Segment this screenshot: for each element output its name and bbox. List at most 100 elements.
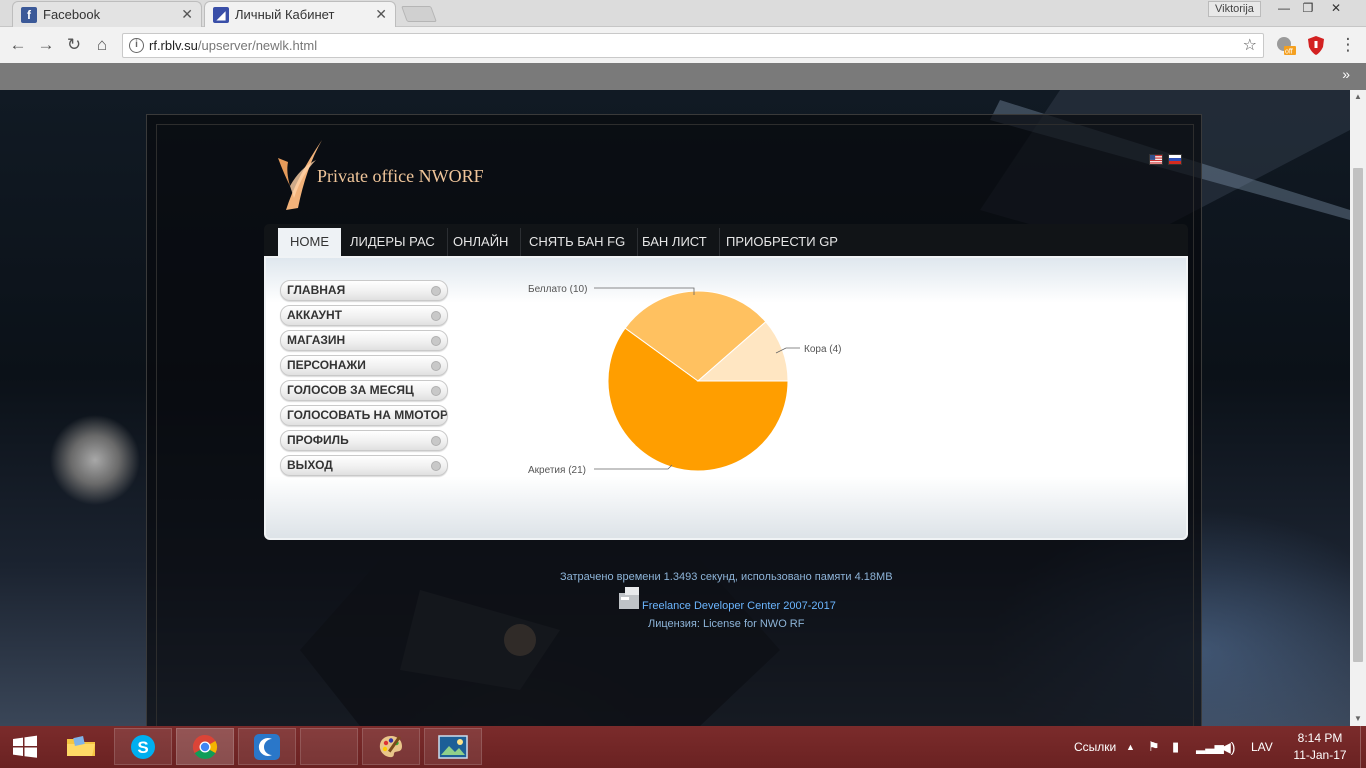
bookmarks-bar: » (0, 63, 1366, 90)
menu-label: ГЛАВНАЯ (287, 283, 346, 297)
menu-vote-mmotop[interactable]: ГОЛОСОВАТЬ НА MMOTOP (280, 405, 448, 426)
tab-title: Личный Кабинет (235, 7, 335, 22)
license-label: Лицензия: (648, 618, 700, 630)
chrome-icon (192, 734, 218, 759)
battery-icon[interactable]: ▮ (1172, 726, 1179, 768)
bullet-icon (431, 286, 441, 296)
volume-icon[interactable]: ◀) (1220, 726, 1235, 768)
windows-taskbar: S Ссылки ▲ ⚑ ▮ ▂▃▅ ◀) LAV 8:14 PM 11-Jan… (0, 726, 1366, 768)
app-crescent-taskbar-button[interactable] (238, 728, 296, 765)
menu-label: ГОЛОСОВАТЬ НА MMOTOP (287, 408, 448, 422)
developer-logo-icon (619, 587, 639, 609)
close-icon[interactable]: ✕ (375, 6, 387, 23)
empty-taskbar-button[interactable] (300, 728, 358, 765)
profile-button[interactable]: Viktorija (1208, 1, 1261, 17)
photo-viewer-icon (438, 734, 468, 759)
tray-links-label[interactable]: Ссылки (1074, 726, 1116, 768)
bullet-icon (431, 311, 441, 321)
menu-label: ВЫХОД (287, 458, 333, 472)
pie-label: Акретия (21) (528, 465, 586, 476)
skype-taskbar-button[interactable]: S (114, 728, 172, 765)
flag-ru-icon[interactable] (1168, 154, 1182, 165)
tab-facebook[interactable]: f Facebook ✕ (12, 1, 202, 27)
clock-time: 8:14 PM (1297, 731, 1343, 745)
bullet-icon (431, 336, 441, 346)
site-viewport: Private office NWORF HOME ЛИДЕРЫ РАС ОНЛ… (0, 90, 1350, 726)
address-bar[interactable]: i rf.rblv.su/upserver/newlk.html ☆ (122, 33, 1264, 58)
site-favicon-icon: ◢ (213, 6, 229, 23)
nav-online[interactable]: ОНЛАЙН (441, 228, 522, 256)
menu-icon[interactable]: ⋮ (1338, 35, 1358, 55)
input-language[interactable]: LAV (1251, 726, 1273, 768)
pie-label: Кора (4) (804, 344, 842, 355)
menu-shop[interactable]: МАГАЗИН (280, 330, 448, 351)
window-close-icon[interactable]: ✕ (1324, 1, 1348, 17)
nav-ban-list[interactable]: БАН ЛИСТ (630, 228, 720, 256)
menu-account[interactable]: АККАУНТ (280, 305, 448, 326)
chrome-taskbar-button[interactable] (176, 728, 234, 765)
action-center-flag-icon[interactable]: ⚑ (1148, 726, 1160, 768)
scroll-down-icon[interactable]: ▼ (1354, 714, 1362, 723)
adblock-shield-icon[interactable] (1305, 34, 1327, 56)
menu-characters[interactable]: ПЕРСОНАЖИ (280, 355, 448, 376)
close-icon[interactable]: ✕ (181, 6, 193, 23)
menu-logout[interactable]: ВЫХОД (280, 455, 448, 476)
windows-start-icon[interactable] (0, 728, 50, 765)
tab-strip: f Facebook ✕ ◢ Личный Кабинет ✕ Viktorij… (0, 0, 1366, 27)
forward-icon[interactable]: → (36, 35, 56, 55)
back-icon[interactable]: ← (8, 35, 28, 55)
url-host: rf.rblv.su (149, 38, 198, 53)
scrollbar-thumb[interactable] (1353, 168, 1363, 662)
new-tab-button[interactable] (401, 6, 437, 22)
menu-profile[interactable]: ПРОФИЛЬ (280, 430, 448, 451)
file-explorer-icon[interactable] (52, 728, 110, 765)
show-desktop-button[interactable] (1360, 726, 1366, 768)
menu-label: ГОЛОСОВ ЗА МЕСЯЦ (287, 383, 414, 397)
license-line: Лицензия: License for NWO RF (648, 618, 804, 630)
crescent-app-icon (254, 733, 280, 760)
menu-label: ПЕРСОНАЖИ (287, 358, 366, 372)
bullet-icon (431, 436, 441, 446)
menu-label: АККАУНТ (287, 308, 342, 322)
extension-badge: off (1285, 49, 1293, 56)
taskbar-clock[interactable]: 8:14 PM 11-Jan-17 (1290, 730, 1350, 764)
race-pie-chart: Беллато (10) Кора (4) Акретия (21) (528, 285, 842, 476)
license-link[interactable]: License for NWO RF (703, 618, 804, 630)
svg-text:S: S (137, 738, 148, 757)
bookmarks-overflow-icon[interactable]: » (1342, 66, 1350, 82)
restore-icon[interactable]: ❐ (1296, 1, 1320, 17)
info-icon[interactable]: i (129, 38, 144, 53)
page-scrollbar[interactable]: ▲ ▼ (1350, 90, 1366, 726)
tray-expand-icon[interactable]: ▲ (1126, 726, 1135, 768)
nav-buy-gp[interactable]: ПРИОБРЕСТИ GP (714, 228, 850, 256)
flag-us-icon[interactable] (1149, 154, 1163, 165)
menu-main[interactable]: ГЛАВНАЯ (280, 280, 448, 301)
extension-cookie-icon[interactable]: off (1274, 34, 1296, 56)
minimize-icon[interactable]: — (1272, 1, 1296, 17)
bookmark-star-icon[interactable]: ☆ (1243, 34, 1257, 57)
pie-label: Беллато (10) (528, 285, 587, 295)
paint-taskbar-button[interactable] (362, 728, 420, 765)
home-icon[interactable]: ⌂ (92, 35, 112, 55)
nav-race-leaders[interactable]: ЛИДЕРЫ РАС (338, 228, 448, 256)
site-title: Private office NWORF (317, 166, 484, 186)
menu-label: ПРОФИЛЬ (287, 433, 349, 447)
page-stats: Затрачено времени 1.3493 секунд, использ… (560, 571, 893, 583)
tab-title: Facebook (43, 7, 101, 22)
tab-lichnyj-kabinet[interactable]: ◢ Личный Кабинет ✕ (204, 1, 396, 27)
clock-date: 11-Jan-17 (1293, 748, 1347, 762)
nav-remove-ban-fg[interactable]: СНЯТЬ БАН FG (517, 228, 639, 256)
nav-home[interactable]: HOME (278, 228, 341, 256)
bullet-icon (431, 461, 441, 471)
facebook-icon: f (21, 6, 37, 23)
menu-votes-month[interactable]: ГОЛОСОВ ЗА МЕСЯЦ (280, 380, 448, 401)
pie-leader-line (594, 464, 673, 470)
developer-link[interactable]: Freelance Developer Center 2007-2017 (642, 600, 836, 612)
photos-taskbar-button[interactable] (424, 728, 482, 765)
menu-label: МАГАЗИН (287, 333, 346, 347)
palette-icon (379, 735, 402, 757)
skype-icon: S (131, 734, 155, 759)
scroll-up-icon[interactable]: ▲ (1354, 92, 1362, 101)
reload-icon[interactable]: ↻ (64, 35, 84, 55)
bullet-icon (431, 386, 441, 396)
